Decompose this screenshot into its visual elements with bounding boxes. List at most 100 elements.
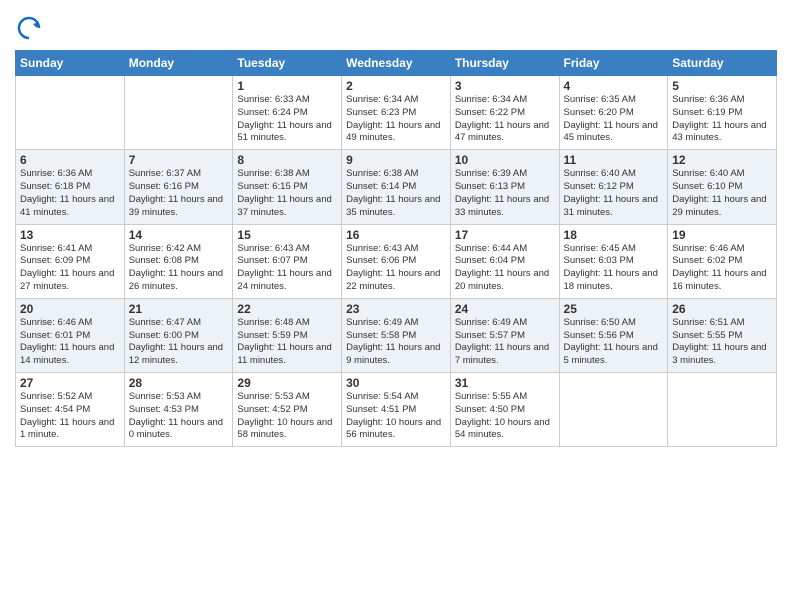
calendar-cell: 15Sunrise: 6:43 AM Sunset: 6:07 PM Dayli…	[233, 224, 342, 298]
calendar-cell: 28Sunrise: 5:53 AM Sunset: 4:53 PM Dayli…	[124, 373, 233, 447]
calendar-header-monday: Monday	[124, 51, 233, 76]
calendar-cell: 29Sunrise: 5:53 AM Sunset: 4:52 PM Dayli…	[233, 373, 342, 447]
day-number: 2	[346, 79, 446, 93]
day-info: Sunrise: 5:52 AM Sunset: 4:54 PM Dayligh…	[20, 391, 120, 442]
calendar-cell: 27Sunrise: 5:52 AM Sunset: 4:54 PM Dayli…	[16, 373, 125, 447]
day-number: 17	[455, 228, 555, 242]
day-number: 28	[129, 376, 229, 390]
day-info: Sunrise: 6:39 AM Sunset: 6:13 PM Dayligh…	[455, 168, 555, 219]
day-number: 23	[346, 302, 446, 316]
day-number: 8	[237, 153, 337, 167]
header	[15, 10, 777, 42]
calendar-cell: 4Sunrise: 6:35 AM Sunset: 6:20 PM Daylig…	[559, 76, 668, 150]
day-number: 24	[455, 302, 555, 316]
day-info: Sunrise: 6:34 AM Sunset: 6:22 PM Dayligh…	[455, 94, 555, 145]
calendar-cell: 10Sunrise: 6:39 AM Sunset: 6:13 PM Dayli…	[450, 150, 559, 224]
calendar-cell: 17Sunrise: 6:44 AM Sunset: 6:04 PM Dayli…	[450, 224, 559, 298]
day-info: Sunrise: 6:49 AM Sunset: 5:57 PM Dayligh…	[455, 317, 555, 368]
day-number: 6	[20, 153, 120, 167]
day-number: 12	[672, 153, 772, 167]
day-number: 5	[672, 79, 772, 93]
calendar-week-row: 1Sunrise: 6:33 AM Sunset: 6:24 PM Daylig…	[16, 76, 777, 150]
day-info: Sunrise: 6:43 AM Sunset: 6:06 PM Dayligh…	[346, 243, 446, 294]
day-info: Sunrise: 5:55 AM Sunset: 4:50 PM Dayligh…	[455, 391, 555, 442]
day-info: Sunrise: 6:33 AM Sunset: 6:24 PM Dayligh…	[237, 94, 337, 145]
day-info: Sunrise: 6:36 AM Sunset: 6:19 PM Dayligh…	[672, 94, 772, 145]
calendar-cell: 26Sunrise: 6:51 AM Sunset: 5:55 PM Dayli…	[668, 298, 777, 372]
day-info: Sunrise: 6:45 AM Sunset: 6:03 PM Dayligh…	[564, 243, 664, 294]
calendar-cell: 23Sunrise: 6:49 AM Sunset: 5:58 PM Dayli…	[342, 298, 451, 372]
calendar-cell: 2Sunrise: 6:34 AM Sunset: 6:23 PM Daylig…	[342, 76, 451, 150]
logo	[15, 14, 45, 42]
day-number: 29	[237, 376, 337, 390]
calendar-week-row: 20Sunrise: 6:46 AM Sunset: 6:01 PM Dayli…	[16, 298, 777, 372]
day-info: Sunrise: 6:35 AM Sunset: 6:20 PM Dayligh…	[564, 94, 664, 145]
day-info: Sunrise: 6:43 AM Sunset: 6:07 PM Dayligh…	[237, 243, 337, 294]
calendar-cell: 9Sunrise: 6:38 AM Sunset: 6:14 PM Daylig…	[342, 150, 451, 224]
calendar-header-tuesday: Tuesday	[233, 51, 342, 76]
day-number: 13	[20, 228, 120, 242]
day-info: Sunrise: 6:38 AM Sunset: 6:14 PM Dayligh…	[346, 168, 446, 219]
calendar-cell: 22Sunrise: 6:48 AM Sunset: 5:59 PM Dayli…	[233, 298, 342, 372]
calendar-cell: 16Sunrise: 6:43 AM Sunset: 6:06 PM Dayli…	[342, 224, 451, 298]
day-info: Sunrise: 6:50 AM Sunset: 5:56 PM Dayligh…	[564, 317, 664, 368]
day-info: Sunrise: 6:40 AM Sunset: 6:12 PM Dayligh…	[564, 168, 664, 219]
day-number: 18	[564, 228, 664, 242]
calendar-week-row: 6Sunrise: 6:36 AM Sunset: 6:18 PM Daylig…	[16, 150, 777, 224]
day-info: Sunrise: 5:53 AM Sunset: 4:52 PM Dayligh…	[237, 391, 337, 442]
day-info: Sunrise: 6:40 AM Sunset: 6:10 PM Dayligh…	[672, 168, 772, 219]
day-info: Sunrise: 6:41 AM Sunset: 6:09 PM Dayligh…	[20, 243, 120, 294]
calendar-cell: 14Sunrise: 6:42 AM Sunset: 6:08 PM Dayli…	[124, 224, 233, 298]
day-number: 14	[129, 228, 229, 242]
calendar-header-thursday: Thursday	[450, 51, 559, 76]
calendar-cell: 21Sunrise: 6:47 AM Sunset: 6:00 PM Dayli…	[124, 298, 233, 372]
day-number: 22	[237, 302, 337, 316]
calendar-cell: 25Sunrise: 6:50 AM Sunset: 5:56 PM Dayli…	[559, 298, 668, 372]
page: SundayMondayTuesdayWednesdayThursdayFrid…	[0, 0, 792, 612]
calendar-cell: 31Sunrise: 5:55 AM Sunset: 4:50 PM Dayli…	[450, 373, 559, 447]
calendar-cell: 5Sunrise: 6:36 AM Sunset: 6:19 PM Daylig…	[668, 76, 777, 150]
day-number: 16	[346, 228, 446, 242]
day-number: 7	[129, 153, 229, 167]
calendar-cell: 8Sunrise: 6:38 AM Sunset: 6:15 PM Daylig…	[233, 150, 342, 224]
day-number: 1	[237, 79, 337, 93]
calendar-cell: 24Sunrise: 6:49 AM Sunset: 5:57 PM Dayli…	[450, 298, 559, 372]
day-number: 9	[346, 153, 446, 167]
day-info: Sunrise: 5:53 AM Sunset: 4:53 PM Dayligh…	[129, 391, 229, 442]
day-number: 21	[129, 302, 229, 316]
day-info: Sunrise: 6:34 AM Sunset: 6:23 PM Dayligh…	[346, 94, 446, 145]
calendar-cell: 1Sunrise: 6:33 AM Sunset: 6:24 PM Daylig…	[233, 76, 342, 150]
calendar-header-friday: Friday	[559, 51, 668, 76]
calendar-cell: 19Sunrise: 6:46 AM Sunset: 6:02 PM Dayli…	[668, 224, 777, 298]
calendar-cell	[124, 76, 233, 150]
day-number: 26	[672, 302, 772, 316]
day-info: Sunrise: 6:44 AM Sunset: 6:04 PM Dayligh…	[455, 243, 555, 294]
logo-icon	[15, 14, 43, 42]
day-info: Sunrise: 6:49 AM Sunset: 5:58 PM Dayligh…	[346, 317, 446, 368]
calendar-cell: 12Sunrise: 6:40 AM Sunset: 6:10 PM Dayli…	[668, 150, 777, 224]
calendar-week-row: 27Sunrise: 5:52 AM Sunset: 4:54 PM Dayli…	[16, 373, 777, 447]
day-info: Sunrise: 6:47 AM Sunset: 6:00 PM Dayligh…	[129, 317, 229, 368]
day-number: 19	[672, 228, 772, 242]
day-info: Sunrise: 6:48 AM Sunset: 5:59 PM Dayligh…	[237, 317, 337, 368]
day-info: Sunrise: 6:36 AM Sunset: 6:18 PM Dayligh…	[20, 168, 120, 219]
day-info: Sunrise: 6:38 AM Sunset: 6:15 PM Dayligh…	[237, 168, 337, 219]
day-number: 4	[564, 79, 664, 93]
day-number: 15	[237, 228, 337, 242]
calendar-cell	[559, 373, 668, 447]
calendar-cell: 13Sunrise: 6:41 AM Sunset: 6:09 PM Dayli…	[16, 224, 125, 298]
day-number: 25	[564, 302, 664, 316]
day-number: 27	[20, 376, 120, 390]
calendar-cell: 7Sunrise: 6:37 AM Sunset: 6:16 PM Daylig…	[124, 150, 233, 224]
day-info: Sunrise: 6:42 AM Sunset: 6:08 PM Dayligh…	[129, 243, 229, 294]
calendar-table: SundayMondayTuesdayWednesdayThursdayFrid…	[15, 50, 777, 447]
day-info: Sunrise: 6:46 AM Sunset: 6:01 PM Dayligh…	[20, 317, 120, 368]
calendar-cell: 18Sunrise: 6:45 AM Sunset: 6:03 PM Dayli…	[559, 224, 668, 298]
calendar-week-row: 13Sunrise: 6:41 AM Sunset: 6:09 PM Dayli…	[16, 224, 777, 298]
day-number: 3	[455, 79, 555, 93]
calendar-header-sunday: Sunday	[16, 51, 125, 76]
calendar-header-row: SundayMondayTuesdayWednesdayThursdayFrid…	[16, 51, 777, 76]
day-number: 11	[564, 153, 664, 167]
calendar-cell: 30Sunrise: 5:54 AM Sunset: 4:51 PM Dayli…	[342, 373, 451, 447]
calendar-cell	[16, 76, 125, 150]
